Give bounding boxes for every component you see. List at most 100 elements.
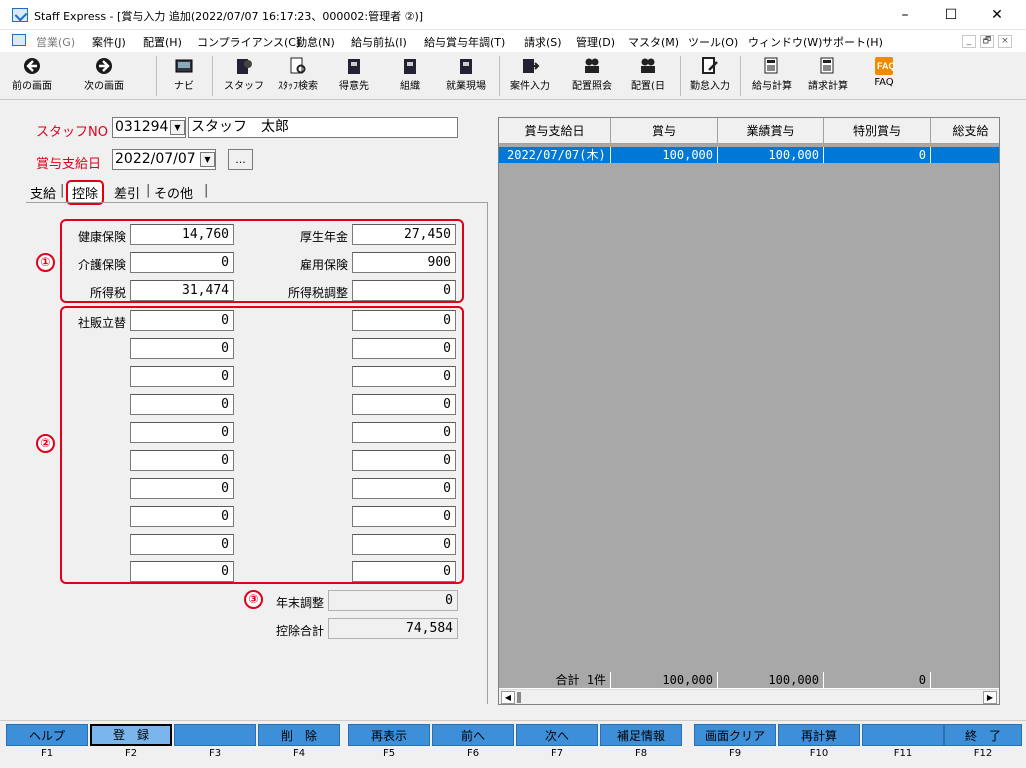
menu-placement[interactable]: 配置(H) bbox=[143, 34, 182, 50]
health-insurance-field[interactable]: 14,760 bbox=[130, 224, 234, 245]
other-deduction-left-field[interactable]: 0 bbox=[130, 310, 234, 331]
scroll-right-icon[interactable]: ▶ bbox=[983, 691, 997, 704]
grid-header-total-pay[interactable]: 総支給 bbox=[931, 118, 999, 144]
toolbar-prev-screen[interactable]: 前の画面 bbox=[10, 54, 54, 98]
fkey-recalc-button[interactable]: 再計算 bbox=[778, 724, 860, 746]
mdi-close-button[interactable]: × bbox=[998, 35, 1012, 48]
fkey-supplement-button[interactable]: 補足情報 bbox=[600, 724, 682, 746]
employment-insurance-field[interactable]: 900 bbox=[352, 252, 456, 273]
close-button[interactable]: ✕ bbox=[974, 0, 1020, 30]
toolbar-payroll-calc[interactable]: 給与計算 bbox=[746, 54, 798, 98]
toolbar-staff[interactable]: スタッフ bbox=[222, 54, 266, 98]
toolbar-label: 前の画面 bbox=[12, 81, 52, 92]
menu-payroll[interactable]: 給与賞与年調(T) bbox=[424, 34, 505, 50]
other-deduction-right-field[interactable]: 0 bbox=[352, 422, 456, 443]
app-icon bbox=[12, 8, 28, 22]
table-row-bonus[interactable]: 100,000 bbox=[611, 147, 718, 163]
table-row-special-bonus[interactable]: 0 bbox=[824, 147, 931, 163]
income-tax-adjust-field[interactable]: 0 bbox=[352, 280, 456, 301]
other-deduction-left-field[interactable]: 0 bbox=[130, 561, 234, 582]
grid-header-performance-bonus[interactable]: 業績賞与 bbox=[718, 118, 824, 144]
table-row-date[interactable]: 2022/07/07(木) bbox=[499, 147, 611, 163]
other-deduction-right-field[interactable]: 0 bbox=[352, 394, 456, 415]
toolbar-placement-daily[interactable]: 配置(日 bbox=[624, 54, 672, 98]
other-deduction-right-field[interactable]: 0 bbox=[352, 534, 456, 555]
toolbar-staff-search[interactable]: ｽﾀｯﾌ検索 bbox=[272, 54, 324, 98]
menu-master[interactable]: マスタ(M) bbox=[628, 34, 679, 50]
other-deduction-left-field[interactable]: 0 bbox=[130, 534, 234, 555]
other-deduction-right-field[interactable]: 0 bbox=[352, 366, 456, 387]
grid-header-special-bonus[interactable]: 特別賞与 bbox=[824, 118, 931, 144]
scroll-thumb[interactable] bbox=[517, 692, 521, 703]
menu-attendance[interactable]: 勤怠(N) bbox=[296, 34, 335, 50]
bonus-grid[interactable]: 賞与支給日 賞与 業績賞与 特別賞与 総支給 2022/07/07(木) 100… bbox=[498, 117, 1000, 705]
toolbar-case-input[interactable]: 案件入力 bbox=[504, 54, 556, 98]
other-deduction-right-field[interactable]: 0 bbox=[352, 338, 456, 359]
toolbar-attendance-input[interactable]: 勤怠入力 bbox=[684, 54, 736, 98]
mdi-minimize-button[interactable]: _ bbox=[962, 35, 976, 48]
chevron-down-icon[interactable]: ▼ bbox=[200, 152, 215, 167]
grid-header-bonus[interactable]: 賞与 bbox=[611, 118, 718, 144]
staff-no-value: 031294 bbox=[115, 119, 169, 135]
grid-header-pay-date[interactable]: 賞与支給日 bbox=[499, 118, 611, 144]
tab-payment[interactable]: 支給 bbox=[30, 183, 56, 202]
pension-field[interactable]: 27,450 bbox=[352, 224, 456, 245]
toolbar-next-screen[interactable]: 次の画面 bbox=[78, 54, 130, 98]
other-deduction-right-field[interactable]: 0 bbox=[352, 561, 456, 582]
toolbar-faq[interactable]: FAQ FAQ bbox=[862, 54, 906, 98]
fkey-clear-button[interactable]: 画面クリア bbox=[694, 724, 776, 746]
mdi-restore-button[interactable]: 🗗 bbox=[980, 35, 994, 48]
grid-footer-total-pay bbox=[931, 672, 999, 689]
fkey-help-button[interactable]: ヘルプ bbox=[6, 724, 88, 746]
fkey-prev-button[interactable]: 前へ bbox=[432, 724, 514, 746]
fkey-next-button[interactable]: 次へ bbox=[516, 724, 598, 746]
other-deduction-right-field[interactable]: 0 bbox=[352, 450, 456, 471]
other-deduction-left-field[interactable]: 0 bbox=[130, 422, 234, 443]
keyboard-icon bbox=[175, 59, 193, 73]
maximize-button[interactable]: ☐ bbox=[928, 0, 974, 30]
other-deduction-left-field[interactable]: 0 bbox=[130, 506, 234, 527]
menu-support[interactable]: サポート(H) bbox=[822, 34, 883, 50]
minimize-button[interactable]: – bbox=[882, 0, 928, 30]
toolbar-placement-inquiry[interactable]: 配置照会 bbox=[566, 54, 618, 98]
fkey-refresh-button[interactable]: 再表示 bbox=[348, 724, 430, 746]
toolbar-navi[interactable]: ナビ bbox=[166, 54, 202, 98]
other-deduction-right-field[interactable]: 0 bbox=[352, 478, 456, 499]
toolbar-worksite[interactable]: 就業現場 bbox=[440, 54, 492, 98]
tab-panel-border bbox=[487, 202, 488, 704]
scroll-left-icon[interactable]: ◀ bbox=[501, 691, 515, 704]
toolbar-customer[interactable]: 得意先 bbox=[332, 54, 376, 98]
menu-compliance[interactable]: コンプライアンス(C) bbox=[197, 34, 300, 50]
income-tax-field[interactable]: 31,474 bbox=[130, 280, 234, 301]
table-row-total-pay[interactable] bbox=[931, 147, 999, 163]
menu-tools[interactable]: ツール(O) bbox=[688, 34, 738, 50]
menu-advance-pay[interactable]: 給与前払(I) bbox=[351, 34, 407, 50]
fkey-exit-button[interactable]: 終 了 bbox=[944, 724, 1022, 746]
other-deduction-left-field[interactable]: 0 bbox=[130, 366, 234, 387]
chevron-down-icon[interactable]: ▼ bbox=[170, 120, 185, 135]
other-deduction-left-field[interactable]: 0 bbox=[130, 338, 234, 359]
menu-case[interactable]: 案件(J) bbox=[92, 34, 126, 50]
fkey-register-button[interactable]: 登 録 bbox=[90, 724, 172, 746]
table-row-performance-bonus[interactable]: 100,000 bbox=[718, 147, 824, 163]
other-deduction-right-field[interactable]: 0 bbox=[352, 310, 456, 331]
fkey-delete-button[interactable]: 削 除 bbox=[258, 724, 340, 746]
care-insurance-field[interactable]: 0 bbox=[130, 252, 234, 273]
browse-button[interactable]: ... bbox=[228, 149, 253, 170]
menu-billing[interactable]: 請求(S) bbox=[524, 34, 562, 50]
horizontal-scrollbar[interactable]: ◀ ▶ bbox=[499, 689, 999, 704]
toolbar-billing-calc[interactable]: 請求計算 bbox=[802, 54, 854, 98]
fkey-f11-button[interactable] bbox=[862, 724, 944, 746]
tab-difference[interactable]: 差引 bbox=[114, 183, 140, 202]
other-deduction-left-field[interactable]: 0 bbox=[130, 450, 234, 471]
tab-other[interactable]: その他 bbox=[154, 183, 193, 202]
mdi-icon[interactable] bbox=[12, 34, 26, 46]
fkey-f3-button[interactable] bbox=[174, 724, 256, 746]
menu-sales[interactable]: 営業(G) bbox=[36, 34, 75, 50]
other-deduction-left-field[interactable]: 0 bbox=[130, 478, 234, 499]
other-deduction-right-field[interactable]: 0 bbox=[352, 506, 456, 527]
toolbar-organization[interactable]: 組織 bbox=[390, 54, 430, 98]
other-deduction-left-field[interactable]: 0 bbox=[130, 394, 234, 415]
menu-window[interactable]: ウィンドウ(W) bbox=[748, 34, 822, 50]
menu-admin[interactable]: 管理(D) bbox=[576, 34, 615, 50]
